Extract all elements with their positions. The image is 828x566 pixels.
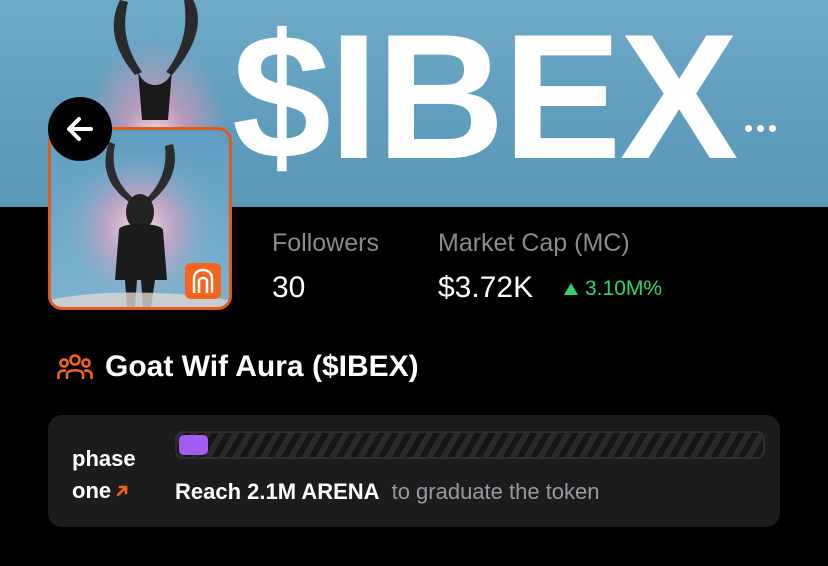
phase-label-line2: one [72, 478, 112, 503]
followers-count[interactable]: 30 [272, 271, 305, 305]
goal-amount: Reach 2.1M ARENA [175, 479, 380, 504]
phase-label-line1: phase [72, 446, 136, 471]
more-dots-icon[interactable] [742, 118, 778, 138]
phase-card: phase one Reach 2.1M ARENA to graduate th… [48, 415, 780, 527]
arena-logo-icon [185, 263, 221, 299]
market-cap-change-text: 3.10M% [585, 277, 663, 300]
banner-title: $IBEX [232, 0, 738, 196]
banner-ibex-image [113, 0, 198, 120]
followers-label: Followers [272, 229, 379, 257]
token-name: Goat Wif Aura ($IBEX) [105, 350, 419, 383]
progress-fill [179, 435, 208, 455]
community-icon [57, 354, 93, 379]
phase-label[interactable]: phase one [72, 443, 136, 507]
goal-description: to graduate the token [391, 479, 600, 504]
market-cap-label: Market Cap (MC) [438, 229, 630, 257]
market-cap-value: $3.72K [438, 271, 534, 304]
back-button[interactable] [48, 97, 112, 161]
graduation-goal: Reach 2.1M ARENA to graduate the token [175, 479, 600, 505]
arrow-up-right-icon [116, 485, 128, 497]
market-cap-change: 3.10M% [564, 277, 662, 301]
progress-track [177, 433, 763, 457]
triangle-up-icon [564, 283, 578, 295]
arrow-left-icon [67, 117, 93, 141]
graduation-progress-bar [175, 431, 765, 459]
token-title-row: Goat Wif Aura ($IBEX) [57, 350, 419, 384]
